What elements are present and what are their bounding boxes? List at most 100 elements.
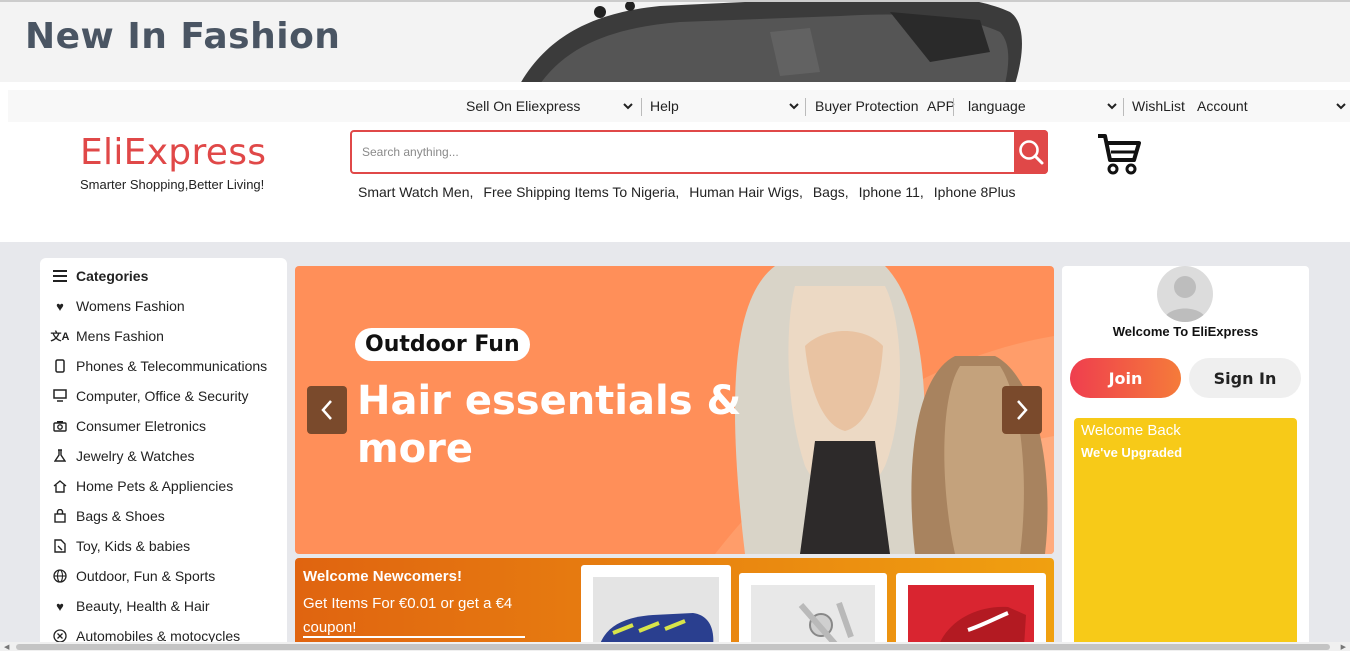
- categories-heading-label: Categories: [76, 268, 149, 284]
- category-label: Mens Fashion: [76, 328, 164, 344]
- translate-icon: 文A: [50, 331, 70, 343]
- carousel-prev-button[interactable]: [307, 386, 347, 434]
- category-label: Phones & Telecommunications: [76, 358, 268, 374]
- chevron-down-icon: [1336, 103, 1346, 110]
- suggestion-link[interactable]: Iphone 8Plus: [934, 184, 1016, 200]
- site-tagline: Smarter Shopping,Better Living!: [80, 177, 265, 192]
- promo-subtitle: We've Upgraded: [1081, 445, 1183, 460]
- category-home[interactable]: Home Pets & Appliencies: [52, 475, 233, 497]
- category-label: Jewelry & Watches: [76, 448, 195, 464]
- horizontal-scrollbar[interactable]: ◀ ▶: [0, 642, 1350, 651]
- help-label: Help: [650, 98, 679, 114]
- account-label: Account: [1197, 98, 1248, 114]
- account-panel: Welcome To EliExpress Join Sign In Welco…: [1062, 266, 1309, 651]
- site-logo[interactable]: EliExpress: [80, 132, 266, 173]
- categories-panel: Categories ♥ Womens Fashion 文A Mens Fash…: [40, 258, 287, 651]
- sell-dropdown[interactable]: Sell On Eliexpress: [466, 90, 634, 122]
- hero-carousel[interactable]: Outdoor Fun Hair essentials & more: [295, 266, 1054, 554]
- hero-headline-2: more: [357, 426, 474, 472]
- category-label: Toy, Kids & babies: [76, 538, 191, 554]
- suggestion-link[interactable]: Iphone 11,: [859, 184, 924, 200]
- chevron-down-icon: [1107, 103, 1117, 110]
- product-card-watch[interactable]: [739, 573, 887, 651]
- carousel-next-button[interactable]: [1002, 386, 1042, 434]
- globe-icon: [52, 568, 68, 584]
- search-icon: [1019, 140, 1044, 165]
- bag-icon: [52, 508, 68, 524]
- home-icon: [52, 478, 68, 494]
- category-beauty[interactable]: ♥ Beauty, Health & Hair: [52, 595, 210, 617]
- sneaker-product-image: [593, 577, 719, 647]
- chevron-right-icon: [1017, 400, 1028, 420]
- category-label: Consumer Eletronics: [76, 418, 206, 434]
- category-label: Computer, Office & Security: [76, 388, 249, 404]
- welcome-back-promo[interactable]: Welcome Back We've Upgraded: [1074, 418, 1297, 651]
- sign-in-button[interactable]: Sign In: [1189, 358, 1301, 398]
- newcomers-offer-text: Get Items For €0.01 or get a €4 coupon!: [303, 595, 513, 636]
- welcome-text: Welcome To EliExpress: [1112, 324, 1259, 339]
- category-label: Home Pets & Appliencies: [76, 478, 234, 494]
- app-link[interactable]: APP: [927, 90, 955, 122]
- help-dropdown[interactable]: Help: [650, 90, 800, 122]
- category-jewelry[interactable]: Jewelry & Watches: [52, 445, 195, 467]
- account-dropdown[interactable]: Account: [1197, 90, 1347, 122]
- scroll-right-arrow-icon[interactable]: ▶: [1341, 643, 1346, 651]
- scrollbar-thumb[interactable]: [16, 644, 1330, 650]
- search-button[interactable]: [1014, 130, 1048, 174]
- top-banner: New In Fashion: [0, 0, 1350, 82]
- divider: [805, 98, 806, 116]
- suggestion-link[interactable]: Bags,: [813, 184, 849, 200]
- flask-icon: [52, 448, 68, 464]
- newcomers-cta-outline[interactable]: [303, 636, 525, 638]
- buyer-protection-link[interactable]: Buyer Protection: [815, 90, 919, 122]
- category-bags[interactable]: Bags & Shoes: [52, 505, 165, 527]
- avatar: [1157, 266, 1213, 322]
- category-toys[interactable]: Toy, Kids & babies: [52, 535, 190, 557]
- category-mens-fashion[interactable]: 文A Mens Fashion: [50, 325, 164, 347]
- category-computer[interactable]: Computer, Office & Security: [52, 385, 248, 407]
- chevron-down-icon: [623, 103, 633, 110]
- search-bar: [350, 130, 1048, 174]
- search-suggestions: Smart Watch Men, Free Shipping Items To …: [358, 184, 1016, 200]
- running-shoe-product-image: [908, 585, 1034, 647]
- category-label: Outdoor, Fun & Sports: [76, 568, 216, 584]
- language-dropdown[interactable]: language: [968, 90, 1118, 122]
- smartwatch-product-image: [751, 585, 875, 647]
- suggestion-link[interactable]: Human Hair Wigs,: [689, 184, 803, 200]
- camera-icon: [52, 418, 68, 434]
- shoe-banner-image: [521, 2, 1022, 82]
- hero-tag: Outdoor Fun: [355, 328, 530, 361]
- promo-title: Welcome Back: [1081, 422, 1181, 439]
- category-phones[interactable]: Phones & Telecommunications: [52, 355, 267, 377]
- toy-icon: [52, 538, 68, 554]
- suggestion-link[interactable]: Free Shipping Items To Nigeria,: [483, 184, 679, 200]
- categories-heading[interactable]: Categories: [52, 265, 148, 287]
- hero-headline-1: Hair essentials &: [357, 378, 742, 424]
- product-card-sneaker[interactable]: [581, 565, 731, 651]
- search-input[interactable]: [362, 140, 1012, 164]
- chevron-down-icon: [789, 103, 799, 110]
- category-consumer-electronics[interactable]: Consumer Eletronics: [52, 415, 206, 437]
- join-button[interactable]: Join: [1070, 358, 1181, 398]
- divider: [953, 98, 954, 116]
- category-womens-fashion[interactable]: ♥ Womens Fashion: [52, 295, 185, 317]
- language-label: language: [968, 98, 1026, 114]
- product-card-running-shoe[interactable]: [896, 573, 1046, 651]
- suggestion-link[interactable]: Smart Watch Men,: [358, 184, 473, 200]
- newcomers-section: Welcome Newcomers! Get Items For €0.01 o…: [295, 558, 1054, 651]
- sell-label: Sell On Eliexpress: [466, 98, 581, 114]
- chevron-left-icon: [321, 400, 332, 420]
- cart-icon[interactable]: [1096, 132, 1142, 176]
- banner-title: New In Fashion: [25, 16, 341, 57]
- scroll-left-arrow-icon[interactable]: ◀: [4, 643, 9, 651]
- heart-icon: ♥: [56, 598, 64, 614]
- category-outdoor[interactable]: Outdoor, Fun & Sports: [52, 565, 215, 587]
- wishlist-link[interactable]: WishList: [1132, 90, 1185, 122]
- newcomers-title: Welcome Newcomers!: [303, 568, 462, 585]
- category-label: Beauty, Health & Hair: [76, 598, 210, 614]
- divider: [1123, 98, 1124, 116]
- phone-icon: [52, 358, 68, 374]
- heart-icon: ♥: [56, 298, 64, 314]
- category-label: Bags & Shoes: [76, 508, 165, 524]
- category-label: Womens Fashion: [76, 298, 185, 314]
